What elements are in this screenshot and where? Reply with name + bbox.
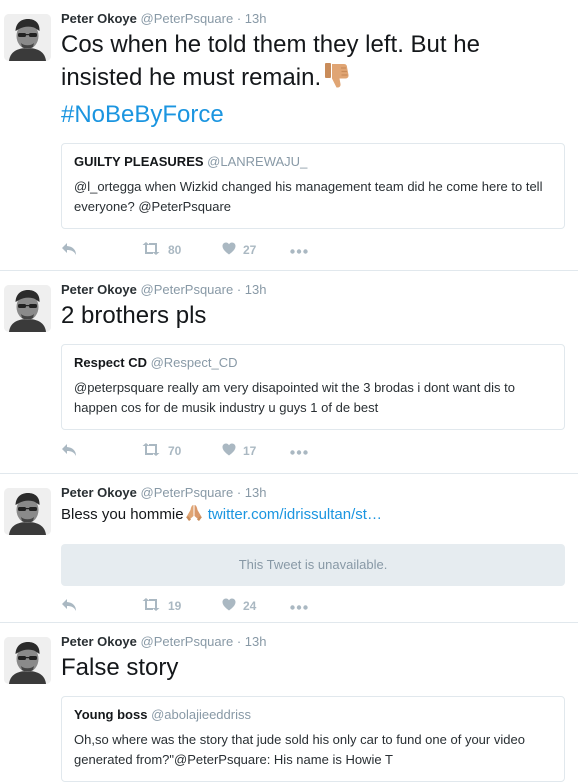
- author-name[interactable]: Peter Okoye: [61, 634, 137, 649]
- timestamp[interactable]: 13h: [245, 485, 267, 500]
- author-handle[interactable]: @PeterPsquare: [141, 634, 234, 649]
- more-button[interactable]: [290, 599, 308, 613]
- tweet-actions: 80 27: [61, 232, 565, 268]
- reply-button[interactable]: [61, 598, 141, 615]
- folded-hands-icon: [184, 504, 204, 528]
- author-name[interactable]: Peter Okoye: [61, 485, 137, 500]
- tweet-link[interactable]: twitter.com/idrissultan/st…: [208, 506, 382, 523]
- separator: ·: [236, 634, 242, 649]
- tweet-text: False story: [61, 654, 179, 681]
- quoted-author-handle: @abolajieeddriss: [151, 707, 251, 722]
- quoted-author-name: GUILTY PLEASURES: [74, 154, 204, 169]
- avatar[interactable]: [4, 488, 51, 535]
- retweet-icon: [141, 598, 161, 614]
- quoted-author-name: Young boss: [74, 707, 148, 722]
- author-handle[interactable]: @PeterPsquare: [141, 485, 234, 500]
- like-button[interactable]: 24: [222, 598, 290, 614]
- timestamp[interactable]: 13h: [245, 11, 267, 26]
- tweet-actions: 19 24: [61, 588, 565, 624]
- reply-button[interactable]: [61, 242, 141, 259]
- tweet-actions: 70 17: [61, 433, 565, 469]
- heart-icon: [222, 598, 236, 614]
- quoted-text: @peterpsquare really am very disapointed…: [74, 380, 515, 415]
- separator: ·: [236, 485, 242, 500]
- tweet[interactable]: Peter Okoye @PeterPsquare · 13h False st…: [0, 623, 578, 782]
- like-count: 24: [243, 599, 257, 613]
- reply-icon: [61, 598, 77, 615]
- reply-icon: [61, 443, 77, 460]
- tweet-header: Peter Okoye @PeterPsquare · 13h: [61, 282, 565, 298]
- retweet-button[interactable]: 80: [141, 242, 222, 258]
- timestamp[interactable]: 13h: [245, 634, 267, 649]
- quoted-author-handle: @Respect_CD: [150, 355, 238, 370]
- reply-button[interactable]: [61, 443, 141, 460]
- tweet-text: Bless you hommie twitter.com/idrissultan…: [61, 504, 565, 528]
- like-button[interactable]: 27: [222, 242, 290, 258]
- thumbs-down-icon: [323, 61, 351, 98]
- retweet-button[interactable]: 70: [141, 443, 222, 459]
- heart-icon: [222, 242, 236, 258]
- more-dots-icon: [290, 599, 308, 613]
- reply-icon: [61, 242, 77, 259]
- like-count: 27: [243, 243, 257, 257]
- heart-icon: [222, 443, 236, 459]
- avatar[interactable]: [4, 14, 51, 61]
- quoted-author-name: Respect CD: [74, 355, 147, 370]
- tweet-text: 2 brothers pls: [61, 302, 207, 329]
- tweet-body: Bless you hommie: [61, 506, 184, 523]
- quoted-text: @l_ortegga when Wizkid changed his manag…: [74, 179, 543, 214]
- like-count: 17: [243, 444, 257, 458]
- hashtag-link[interactable]: #NoBeByForce: [61, 101, 224, 128]
- tweet-text: Cos when he told them they left. But he …: [61, 28, 565, 131]
- retweet-icon: [141, 242, 161, 258]
- retweet-count: 19: [168, 599, 182, 613]
- quoted-tweet[interactable]: Young boss @abolajieeddriss Oh,so where …: [61, 696, 565, 782]
- like-button[interactable]: 17: [222, 443, 290, 459]
- tweet[interactable]: Peter Okoye @PeterPsquare · 13h 2 brothe…: [0, 271, 578, 474]
- avatar[interactable]: [4, 285, 51, 332]
- separator: ·: [236, 282, 242, 297]
- separator: ·: [236, 11, 242, 26]
- tweet-header: Peter Okoye @PeterPsquare · 13h: [61, 485, 565, 501]
- more-button[interactable]: [290, 243, 308, 257]
- author-handle[interactable]: @PeterPsquare: [141, 282, 234, 297]
- more-dots-icon: [290, 243, 308, 257]
- author-name[interactable]: Peter Okoye: [61, 282, 137, 297]
- tweet-body: Cos when he told them they left. But he …: [61, 31, 480, 91]
- retweet-icon: [141, 443, 161, 459]
- author-handle[interactable]: @PeterPsquare: [141, 11, 234, 26]
- more-button[interactable]: [290, 444, 308, 458]
- quoted-text: Oh,so where was the story that jude sold…: [74, 732, 525, 767]
- retweet-button[interactable]: 19: [141, 598, 222, 614]
- more-dots-icon: [290, 444, 308, 458]
- retweet-count: 80: [168, 243, 182, 257]
- tweet[interactable]: Peter Okoye @PeterPsquare · 13h Cos when…: [0, 0, 578, 271]
- timestamp[interactable]: 13h: [245, 282, 267, 297]
- quoted-tweet[interactable]: Respect CD @Respect_CD @peterpsquare rea…: [61, 344, 565, 430]
- quoted-author-handle: @LANREWAJU_: [207, 154, 308, 169]
- tweet-header: Peter Okoye @PeterPsquare · 13h: [61, 11, 565, 27]
- author-name[interactable]: Peter Okoye: [61, 11, 137, 26]
- quoted-tweet[interactable]: GUILTY PLEASURES @LANREWAJU_ @l_ortegga …: [61, 143, 565, 229]
- unavailable-tweet-notice: This Tweet is unavailable.: [61, 544, 565, 586]
- tweet-header: Peter Okoye @PeterPsquare · 13h: [61, 634, 565, 650]
- tweet[interactable]: Peter Okoye @PeterPsquare · 13h Bless yo…: [0, 474, 578, 623]
- retweet-count: 70: [168, 444, 182, 458]
- avatar[interactable]: [4, 637, 51, 684]
